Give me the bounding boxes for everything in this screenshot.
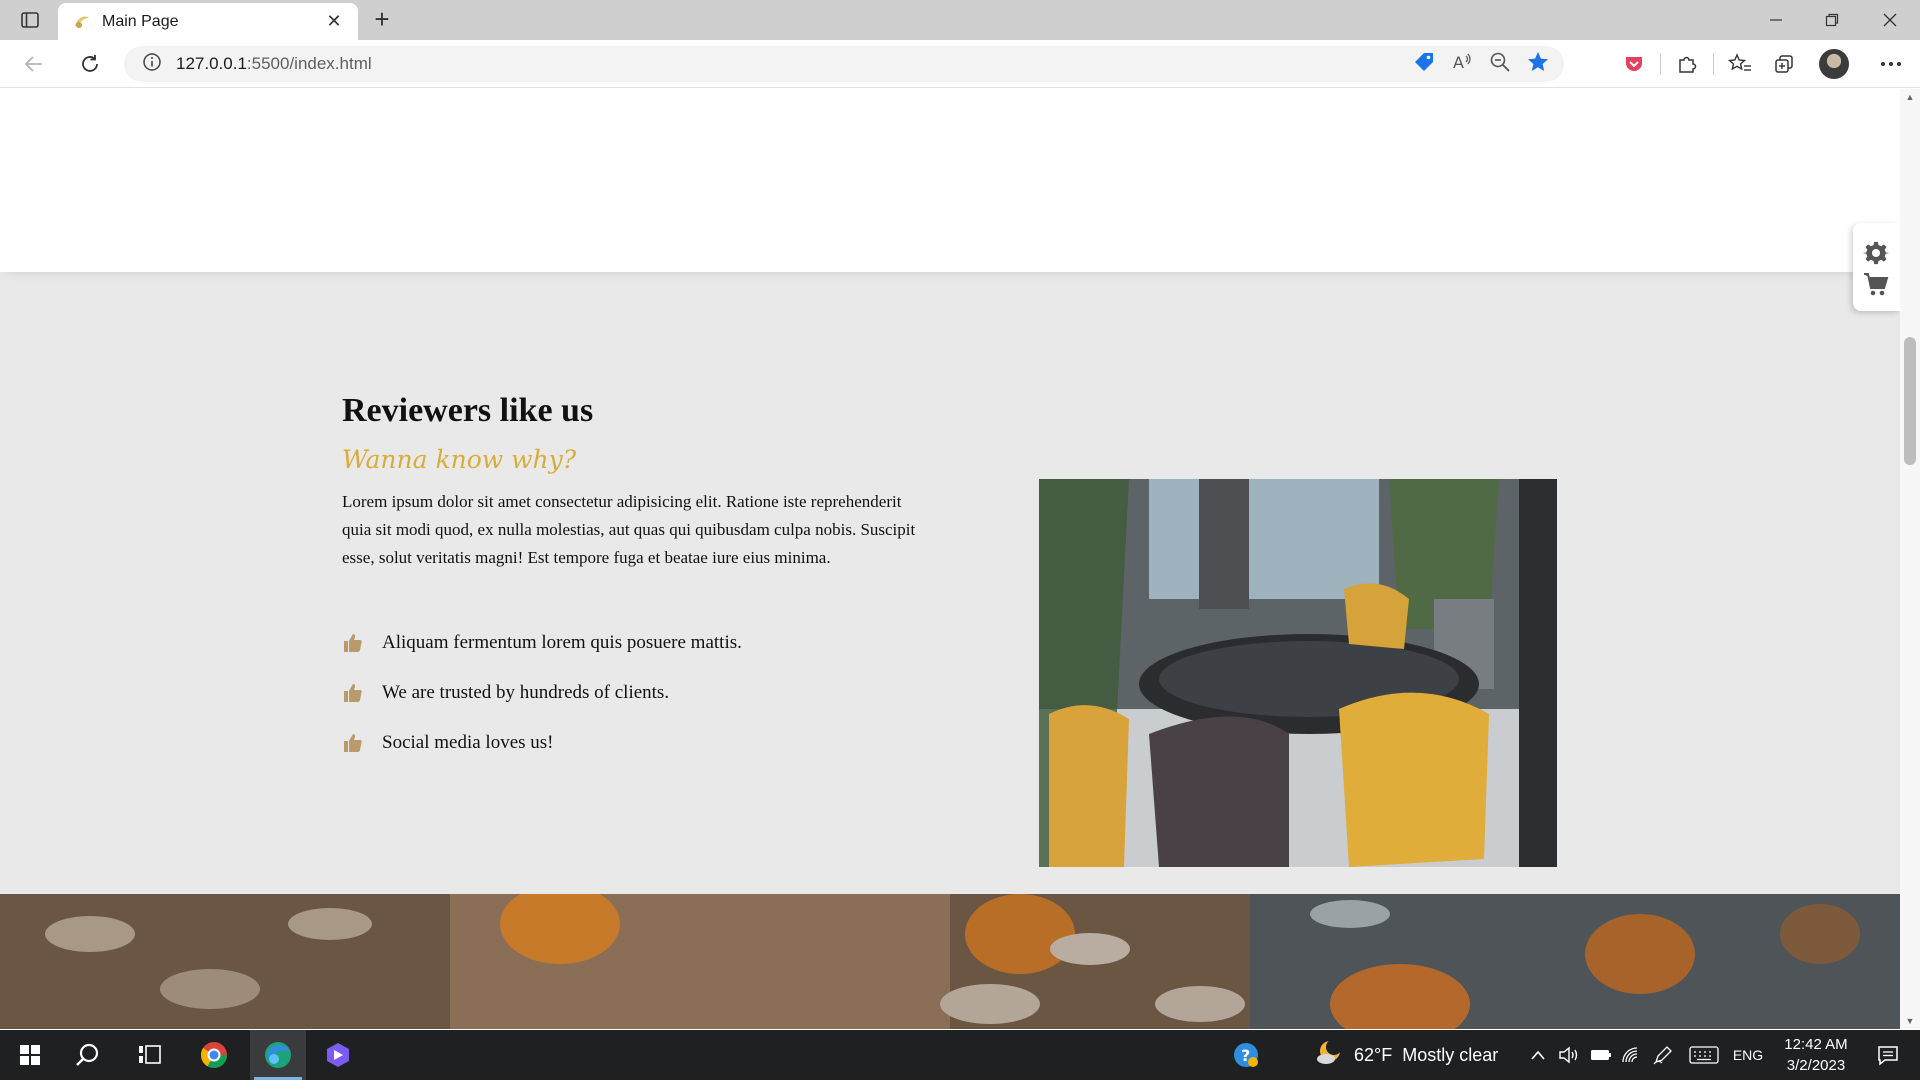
- keyboard-icon[interactable]: [1684, 1030, 1724, 1080]
- reviews-title: Reviewers like us: [342, 392, 594, 429]
- favicon-icon: [72, 12, 92, 32]
- url-path: :5500/index.html: [246, 54, 372, 73]
- reviews-section: Reviewers like us Wanna know why? Lorem …: [0, 272, 1900, 894]
- cart-icon[interactable]: [1863, 271, 1889, 297]
- list-item: Aliquam fermentum lorem quis posuere mat…: [342, 618, 742, 668]
- reviews-points-list: Aliquam fermentum lorem quis posuere mat…: [342, 618, 742, 768]
- edge-icon[interactable]: [250, 1030, 306, 1080]
- weather-widget[interactable]: 62°F Mostly clear: [1314, 1030, 1514, 1080]
- task-view-icon[interactable]: [128, 1030, 172, 1080]
- url-text[interactable]: 127.0.0.1:5500/index.html: [176, 54, 372, 74]
- browser-tab-bar: Main Page ✕ +: [0, 0, 1920, 40]
- taskbar-clock[interactable]: 12:42 AM 3/2/2023: [1776, 1034, 1856, 1076]
- weather-temp: 62°F: [1354, 1044, 1393, 1065]
- browser-toolbar: 127.0.0.1:5500/index.html A: [0, 40, 1920, 88]
- gallery-banner: [0, 894, 1900, 1029]
- search-icon[interactable]: [66, 1030, 110, 1080]
- new-tab-button[interactable]: +: [368, 6, 396, 34]
- page-viewport: Reviewers like us Wanna know why? Lorem …: [0, 89, 1900, 1029]
- back-arrow-icon[interactable]: [16, 48, 52, 80]
- read-aloud-icon[interactable]: A: [1450, 50, 1474, 79]
- start-button[interactable]: [8, 1030, 52, 1080]
- puzzle-icon[interactable]: [1665, 48, 1709, 80]
- volume-icon[interactable]: [1554, 1030, 1584, 1080]
- reviews-subtitle: Wanna know why?: [342, 445, 577, 474]
- more-dots-icon[interactable]: [1862, 48, 1920, 80]
- svg-text:A: A: [1453, 53, 1464, 72]
- point-text: Social media loves us!: [382, 732, 554, 753]
- address-bar[interactable]: 127.0.0.1:5500/index.html A: [124, 46, 1564, 82]
- pocket-icon[interactable]: [1612, 48, 1656, 80]
- upper-blank-section: [0, 89, 1900, 272]
- address-bar-icons: A: [1412, 49, 1550, 79]
- scroll-up-arrow-icon[interactable]: ▲: [1904, 91, 1916, 103]
- app-icon[interactable]: [316, 1030, 360, 1080]
- scroll-thumb[interactable]: [1904, 337, 1916, 465]
- profile-button[interactable]: [1806, 48, 1862, 80]
- minimize-button[interactable]: [1748, 0, 1804, 40]
- close-tab-icon[interactable]: ✕: [324, 11, 344, 32]
- avatar: [1819, 49, 1849, 79]
- scroll-down-arrow-icon[interactable]: ▼: [1904, 1015, 1916, 1027]
- battery-icon[interactable]: [1586, 1030, 1616, 1080]
- tab-actions-icon[interactable]: [14, 8, 46, 32]
- chrome-icon[interactable]: [190, 1030, 238, 1080]
- restore-button[interactable]: [1804, 0, 1860, 40]
- moon-cloud-icon: [1314, 1038, 1344, 1073]
- page-scrollbar[interactable]: ▲ ▼: [1900, 89, 1920, 1029]
- thumbs-up-icon: [342, 732, 364, 754]
- point-text: Aliquam fermentum lorem quis posuere mat…: [382, 632, 742, 653]
- list-item: Social media loves us!: [342, 718, 742, 768]
- language-indicator[interactable]: ENG: [1728, 1030, 1768, 1080]
- notifications-icon[interactable]: [1864, 1030, 1912, 1080]
- thumbs-up-icon: [342, 682, 364, 704]
- chevron-up-icon[interactable]: [1526, 1030, 1550, 1080]
- clock-date: 3/2/2023: [1786, 1057, 1846, 1074]
- tab-title: Main Page: [102, 12, 179, 30]
- favorites-list-icon[interactable]: [1718, 48, 1762, 80]
- refresh-icon[interactable]: [72, 48, 108, 80]
- help-icon[interactable]: ?: [1226, 1030, 1266, 1080]
- gear-icon[interactable]: [1863, 240, 1890, 266]
- zoom-out-icon[interactable]: [1488, 50, 1512, 79]
- wifi-icon[interactable]: [1616, 1030, 1646, 1080]
- floating-tools-panel: [1853, 223, 1900, 311]
- clock-time: 12:42 AM: [1784, 1036, 1848, 1053]
- reviews-paragraph: Lorem ipsum dolor sit amet consectetur a…: [342, 492, 916, 567]
- thumbs-up-icon: [342, 632, 364, 654]
- collections-icon[interactable]: [1762, 48, 1806, 80]
- star-filled-icon[interactable]: [1526, 50, 1550, 79]
- browser-tab[interactable]: Main Page ✕: [58, 3, 358, 40]
- pen-icon[interactable]: [1648, 1030, 1678, 1080]
- toolbar-separator: [1713, 53, 1714, 75]
- language-text: ENG: [1732, 1047, 1764, 1063]
- windows-taskbar: ? 62°F Mostly clear ENG 12:42 AM 3/2/202…: [0, 1030, 1920, 1080]
- point-text: We are trusted by hundreds of clients.: [382, 682, 670, 703]
- close-window-button[interactable]: [1862, 0, 1918, 40]
- toolbar-separator: [1660, 53, 1661, 75]
- info-icon[interactable]: [142, 52, 162, 77]
- weather-text: Mostly clear: [1402, 1044, 1499, 1065]
- url-host: 127.0.0.1: [176, 54, 247, 73]
- list-item: We are trusted by hundreds of clients.: [342, 668, 742, 718]
- price-tag-icon[interactable]: [1412, 50, 1436, 79]
- browser-right-tools: [1612, 48, 1920, 80]
- restaurant-photo: [1039, 479, 1557, 867]
